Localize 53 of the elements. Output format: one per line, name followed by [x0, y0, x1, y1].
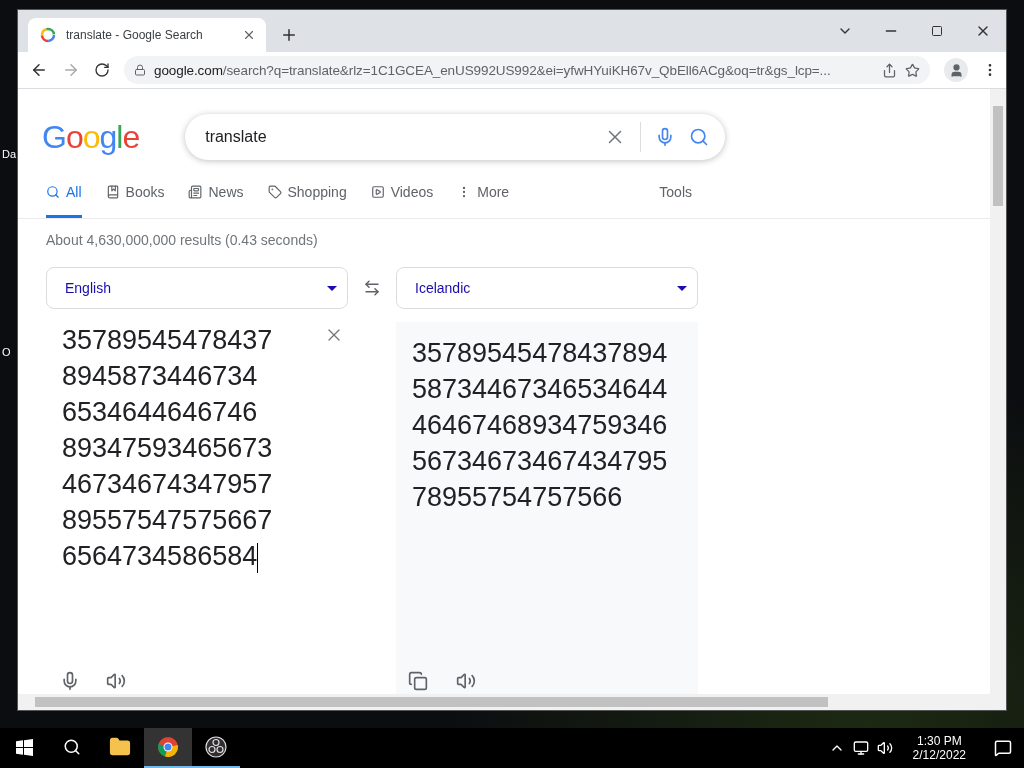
browser-icon[interactable] [157, 736, 179, 758]
microphone-icon[interactable] [60, 671, 80, 691]
search-field[interactable]: translate [185, 114, 726, 160]
search-icon [46, 184, 60, 199]
browser-tab[interactable]: translate - Google Search [28, 18, 266, 52]
result-stats: About 4,630,000,000 results (0.43 seconds) [45, 231, 319, 248]
book-icon [105, 184, 120, 199]
clock[interactable]: 1:30 PM 2/12/2022 [900, 734, 978, 762]
folder-icon[interactable] [109, 736, 131, 758]
address-bar[interactable]: google.com/search?q=translate&rlz=1C1GCEA_enUS992US992&ei=yfwHYuiKH67v_QbEll6ACg&oq=tr&gs_lcp=... [124, 56, 930, 84]
play-icon [370, 184, 385, 199]
dropdown-caret-icon [327, 285, 337, 291]
source-language-select[interactable]: English [46, 267, 348, 309]
search-tab[interactable]: Videos [370, 174, 434, 218]
desktop-icon-label[interactable]: Da [2, 148, 17, 160]
search-tab[interactable]: More [457, 174, 510, 218]
back-icon[interactable] [30, 61, 48, 79]
copy-icon[interactable] [408, 671, 428, 691]
network-icon[interactable] [852, 740, 869, 756]
notifications-icon[interactable] [994, 739, 1012, 757]
search-tab[interactable]: News [188, 174, 244, 218]
tab-title: translate - Google Search [66, 28, 204, 42]
swap-icon[interactable] [363, 279, 381, 297]
search-tab[interactable]: All [46, 174, 82, 218]
tools-link[interactable]: Tools [659, 174, 692, 218]
horizontal-scrollbar[interactable] [18, 694, 990, 710]
desktop-icon-label[interactable]: O [2, 346, 11, 358]
reload-icon[interactable] [94, 62, 110, 78]
favicon-icon [40, 27, 56, 43]
url-host: google.com [154, 62, 223, 78]
search-tab[interactable]: Books [105, 174, 165, 218]
lock-icon [134, 64, 146, 76]
speaker-icon[interactable] [456, 671, 476, 691]
source-input-field[interactable]: 35789545478437 8945873446734 6534644646746 89347593465673 46734674347957 89557547575667 6564734586584 [62, 322, 332, 574]
url-path: /search?q=translate&rlz=1C1GCEA_enUS992US992&ei=yfwHYuiKH67v_QbEll6ACg&oq=tr&gs_lcp=... [222, 62, 831, 78]
bookmark-star-icon[interactable] [905, 62, 920, 78]
target-language-select[interactable]: Icelandic [396, 267, 698, 309]
translation-output: 35789545478437894 58734467346534644 46467468934759346 56734673467434795 78955754757566 [412, 337, 669, 514]
tag-icon [267, 184, 282, 199]
profile-icon[interactable] [944, 58, 968, 82]
speaker-icon[interactable] [106, 671, 126, 691]
recorder-icon[interactable] [205, 736, 227, 758]
newspaper-icon [188, 184, 203, 199]
share-icon[interactable] [882, 62, 897, 78]
volume-icon[interactable] [876, 740, 893, 756]
search-icon[interactable] [63, 738, 81, 756]
close-tab-icon[interactable] [242, 28, 256, 42]
google-logo[interactable]: Google [42, 118, 140, 156]
vertical-scrollbar[interactable] [990, 89, 1006, 710]
start-icon[interactable] [15, 738, 33, 756]
new-tab-icon[interactable] [280, 26, 298, 44]
search-tab[interactable]: Shopping [267, 174, 347, 218]
dropdown-caret-icon [677, 285, 687, 291]
